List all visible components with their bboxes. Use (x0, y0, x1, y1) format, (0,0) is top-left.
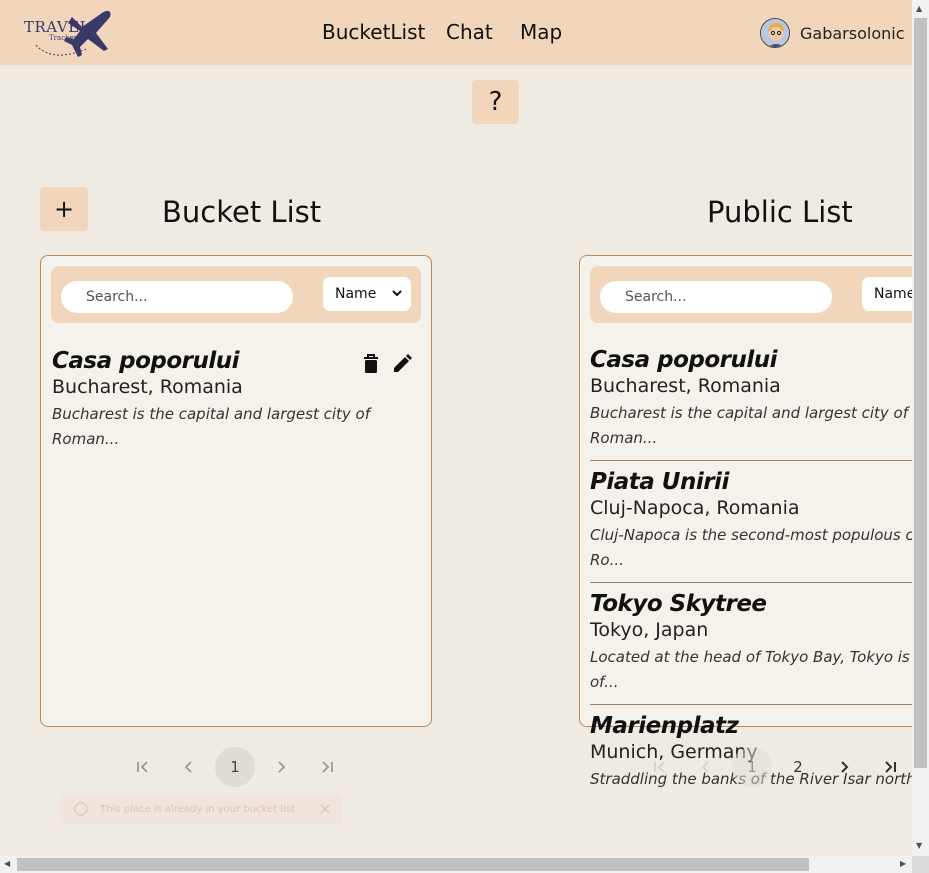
public-pagination: 1 2 (640, 747, 910, 787)
list-item[interactable]: Casa poporului Bucharest, Romania Buchar… (52, 348, 382, 452)
divider (590, 460, 912, 461)
sort-select-value: Name (335, 286, 377, 302)
place-name: Piata Unirii (590, 469, 729, 495)
list-item[interactable]: Tokyo Skytree Tokyo, Japan Located at th… (590, 591, 912, 695)
place-description: Located at the head of Tokyo Bay, Tokyo … (590, 648, 910, 691)
user-avatar-icon (761, 19, 789, 47)
last-page-button[interactable] (870, 747, 910, 787)
travel-tracker-logo[interactable]: TRAVEL Tracker (22, 5, 114, 60)
close-icon[interactable] (320, 804, 330, 814)
chevron-right-icon (841, 761, 849, 773)
scrollbar-corner (912, 856, 929, 873)
next-page-button[interactable] (261, 747, 301, 787)
bucket-list-panel: Search... Name Casa poporului Bucharest,… (40, 255, 432, 727)
top-navbar: TRAVEL Tracker BucketList Chat Map Gabar… (0, 0, 912, 65)
horizontal-scrollbar-thumb[interactable] (17, 858, 809, 871)
nav-bucketlist[interactable]: BucketList (322, 20, 425, 44)
nav-chat[interactable]: Chat (446, 20, 493, 44)
item-actions (361, 353, 413, 375)
avatar (760, 18, 790, 48)
bucket-pagination: 1 (123, 747, 353, 787)
toast-notification: This place is already in your bucket lis… (60, 794, 342, 824)
filter-bar: Search... Name (51, 266, 421, 323)
place-location: Cluj-Napoca, Romania (590, 497, 800, 519)
place-location: Tokyo, Japan (590, 619, 709, 641)
list-item[interactable]: Casa poporului Bucharest, Romania Buchar… (590, 347, 912, 451)
place-description: Bucharest is the capital and largest cit… (590, 404, 909, 447)
last-page-icon (322, 761, 333, 773)
page-button-1[interactable]: 1 (732, 747, 772, 787)
prev-page-button[interactable] (686, 747, 726, 787)
logo-text-tracker: Tracker (49, 34, 77, 42)
help-button[interactable]: ? (472, 80, 519, 124)
chevron-left-icon (184, 761, 192, 773)
search-input[interactable]: Search... (61, 281, 293, 313)
scroll-up-arrow[interactable]: ▲ (916, 4, 922, 13)
edit-icon[interactable] (391, 353, 413, 375)
bucket-list-title: Bucket List (162, 195, 322, 229)
add-place-button[interactable]: + (40, 187, 88, 231)
place-description: Bucharest is the capital and largest cit… (52, 405, 371, 448)
public-list-title: Public List (707, 195, 853, 229)
scroll-right-arrow[interactable]: ▶ (900, 859, 906, 868)
place-location: Bucharest, Romania (52, 376, 243, 398)
divider (590, 704, 912, 705)
nav-map[interactable]: Map (520, 20, 562, 44)
first-page-icon (137, 761, 148, 773)
info-icon (74, 802, 88, 816)
place-name: Casa poporului (590, 347, 778, 373)
place-name: Tokyo Skytree (590, 591, 767, 617)
next-page-button[interactable] (824, 747, 864, 787)
last-page-button[interactable] (307, 747, 347, 787)
vertical-scrollbar-thumb[interactable] (914, 18, 927, 768)
prev-page-button[interactable] (169, 747, 209, 787)
toast-message: This place is already in your bucket lis… (100, 803, 295, 815)
page-button-2[interactable]: 2 (778, 747, 818, 787)
username: Gabarsolonic (800, 23, 905, 43)
chevron-down-icon (392, 290, 402, 297)
first-page-button[interactable] (640, 747, 680, 787)
place-name: Casa poporului (52, 348, 240, 374)
scroll-left-arrow[interactable]: ◀ (4, 859, 10, 868)
public-list-items: Casa poporului Bucharest, Romania Buchar… (579, 255, 912, 815)
place-description: Cluj-Napoca is the second-most populous … (590, 526, 912, 569)
first-page-icon (654, 761, 665, 773)
sort-select[interactable]: Name (323, 277, 411, 311)
last-page-icon (885, 761, 896, 773)
first-page-button[interactable] (123, 747, 163, 787)
page-button-1[interactable]: 1 (215, 747, 255, 787)
place-location: Bucharest, Romania (590, 375, 781, 397)
place-name: Marienplatz (590, 713, 739, 739)
delete-icon[interactable] (361, 353, 381, 375)
scroll-down-arrow[interactable]: ▼ (916, 841, 922, 850)
list-item[interactable]: Piata Unirii Cluj-Napoca, Romania Cluj-N… (590, 469, 912, 573)
chevron-left-icon (701, 761, 709, 773)
divider (590, 582, 912, 583)
chevron-right-icon (278, 761, 286, 773)
user-menu[interactable]: Gabarsolonic (760, 17, 904, 49)
